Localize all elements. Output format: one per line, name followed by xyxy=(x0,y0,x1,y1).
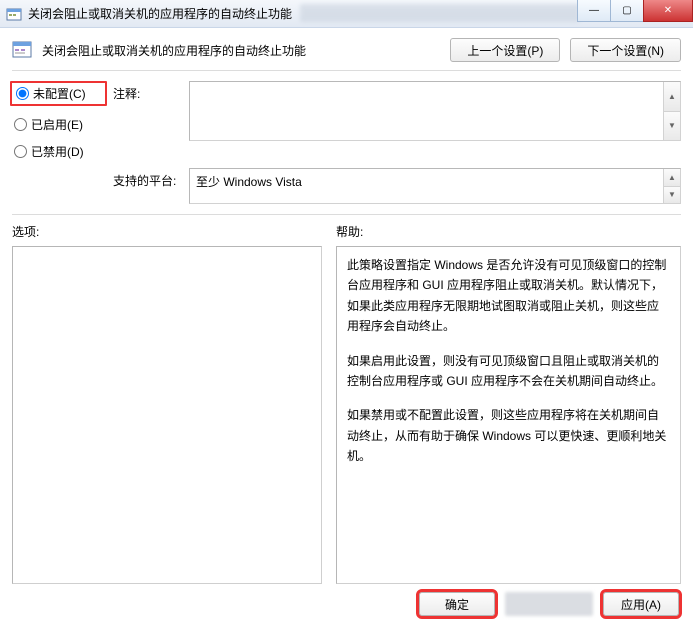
radio-group: 未配置(C) 已启用(E) 已禁用(D) xyxy=(12,81,107,160)
apply-button[interactable]: 应用(A) xyxy=(603,592,679,616)
radio-not-configured[interactable]: 未配置(C) xyxy=(10,81,107,106)
app-icon xyxy=(6,6,22,22)
close-button[interactable]: ✕ xyxy=(643,0,693,22)
platform-row: 支持的平台: 至少 Windows Vista ▲ ▼ xyxy=(12,168,681,204)
nav-buttons: 上一个设置(P) 下一个设置(N) xyxy=(450,38,681,62)
platform-label: 支持的平台: xyxy=(113,168,183,189)
radio-not-configured-input[interactable] xyxy=(16,87,29,100)
help-paragraph: 此策略设置指定 Windows 是否允许没有可见顶级窗口的控制台应用程序和 GU… xyxy=(347,255,670,337)
spinner-up-icon[interactable]: ▲ xyxy=(664,82,680,112)
platform-spinner: ▲ ▼ xyxy=(663,169,680,203)
obscured-region xyxy=(300,4,580,22)
policy-title: 关闭会阻止或取消关机的应用程序的自动终止功能 xyxy=(42,38,440,59)
window-controls: — ▢ ✕ xyxy=(578,0,693,22)
help-column: 帮助: 此策略设置指定 Windows 是否允许没有可见顶级窗口的控制台应用程序… xyxy=(336,223,681,584)
lower-panes: 选项: 帮助: 此策略设置指定 Windows 是否允许没有可见顶级窗口的控制台… xyxy=(0,223,693,584)
help-paragraph: 如果禁用或不配置此设置，则这些应用程序将在关机期间自动终止，从而有助于确保 Wi… xyxy=(347,405,670,466)
radio-enabled-label: 已启用(E) xyxy=(31,116,83,133)
spinner-up-icon[interactable]: ▲ xyxy=(664,169,680,187)
window-title: 关闭会阻止或取消关机的应用程序的自动终止功能 xyxy=(28,5,292,22)
radio-disabled-label: 已禁用(D) xyxy=(31,143,84,160)
prev-setting-button[interactable]: 上一个设置(P) xyxy=(450,38,560,62)
radio-enabled-input[interactable] xyxy=(14,118,27,131)
help-pane[interactable]: 此策略设置指定 Windows 是否允许没有可见顶级窗口的控制台应用程序和 GU… xyxy=(336,246,681,584)
comment-spinner: ▲ ▼ xyxy=(663,82,680,140)
comment-label: 注释: xyxy=(113,81,183,102)
options-pane[interactable] xyxy=(12,246,322,584)
divider xyxy=(12,70,681,71)
radio-not-configured-label: 未配置(C) xyxy=(33,85,86,102)
spinner-down-icon[interactable]: ▼ xyxy=(664,112,680,141)
radio-disabled[interactable]: 已禁用(D) xyxy=(14,143,107,160)
options-column: 选项: xyxy=(12,223,322,584)
platform-value: 至少 Windows Vista xyxy=(196,175,302,189)
help-label: 帮助: xyxy=(336,223,681,240)
minimize-button[interactable]: — xyxy=(577,0,611,22)
policy-icon xyxy=(12,40,32,60)
radio-disabled-input[interactable] xyxy=(14,145,27,158)
obscured-button xyxy=(505,592,593,616)
config-grid: 未配置(C) 已启用(E) 已禁用(D) 注释: ▲ ▼ xyxy=(12,81,681,160)
titlebar: 关闭会阻止或取消关机的应用程序的自动终止功能 — ▢ ✕ xyxy=(0,0,693,28)
bottom-bar: 确定 应用(A) xyxy=(0,584,693,616)
divider xyxy=(12,214,681,215)
platform-box[interactable]: 至少 Windows Vista ▲ ▼ xyxy=(189,168,681,204)
policy-header: 关闭会阻止或取消关机的应用程序的自动终止功能 上一个设置(P) 下一个设置(N) xyxy=(12,38,681,62)
radio-enabled[interactable]: 已启用(E) xyxy=(14,116,107,133)
ok-button[interactable]: 确定 xyxy=(419,592,495,616)
maximize-button[interactable]: ▢ xyxy=(610,0,644,22)
options-label: 选项: xyxy=(12,223,322,240)
help-paragraph: 如果启用此设置，则没有可见顶级窗口且阻止或取消关机的控制台应用程序或 GUI 应… xyxy=(347,351,670,392)
next-setting-button[interactable]: 下一个设置(N) xyxy=(570,38,681,62)
content-area: 关闭会阻止或取消关机的应用程序的自动终止功能 上一个设置(P) 下一个设置(N)… xyxy=(0,28,693,215)
comment-input[interactable]: ▲ ▼ xyxy=(189,81,681,141)
spinner-down-icon[interactable]: ▼ xyxy=(664,187,680,204)
